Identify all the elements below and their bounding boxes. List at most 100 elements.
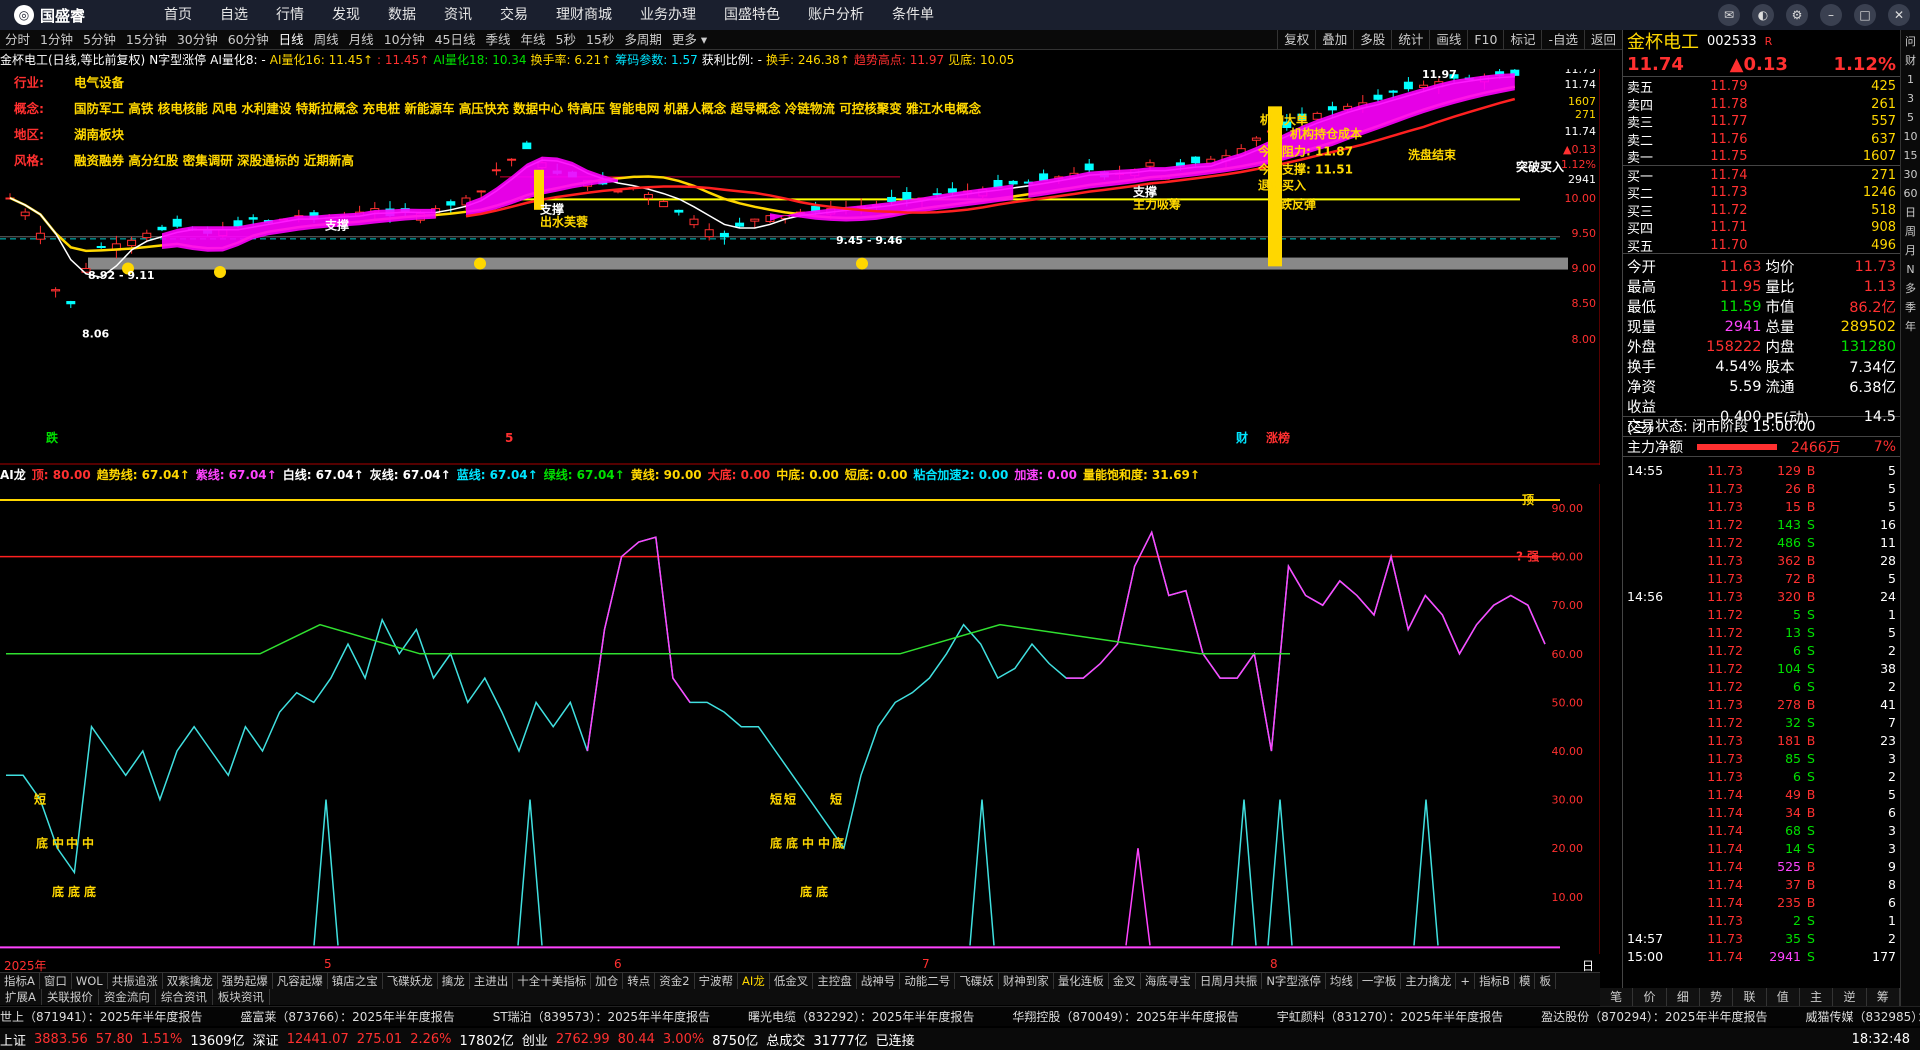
indicator-tab[interactable]: 低金叉 bbox=[770, 973, 814, 989]
news-item[interactable]: 盈达股份（870294）：2025年半年度报告 bbox=[1541, 1007, 1767, 1026]
menu-item[interactable]: 交易 bbox=[486, 0, 542, 30]
menu-item[interactable]: 账户分析 bbox=[794, 0, 878, 30]
sidebar-button[interactable]: 30 bbox=[1902, 167, 1920, 183]
indicator-tab[interactable]: 主力擒龙 bbox=[1401, 973, 1457, 989]
menu-item[interactable]: 条件单 bbox=[878, 0, 948, 30]
quote-tab[interactable]: 笔 bbox=[1600, 988, 1634, 1006]
message-icon[interactable]: ✉ bbox=[1718, 4, 1740, 26]
indicator-tab[interactable]: 十全十美指标 bbox=[513, 973, 592, 989]
bottom-tab[interactable]: 关联报价 bbox=[42, 989, 99, 1005]
sidebar-button[interactable]: N bbox=[1902, 262, 1920, 278]
period-tab[interactable]: 1分钟 bbox=[35, 30, 78, 50]
tool-button[interactable]: 统计 bbox=[1391, 29, 1429, 50]
indicator-tab[interactable]: 主控盘 bbox=[813, 973, 857, 989]
indicator-tab[interactable]: 海底寻宝 bbox=[1141, 973, 1196, 989]
news-item[interactable]: 威猫传媒（832985）：2025年 bbox=[1805, 1007, 1920, 1026]
menu-item[interactable]: 理财商城 bbox=[542, 0, 626, 30]
period-tab[interactable]: 15秒 bbox=[581, 30, 619, 50]
indicator-tab[interactable]: 飞碟妖 bbox=[955, 973, 999, 989]
news-item[interactable]: 曙光电缆（832292）：2025年半年度报告 bbox=[748, 1007, 974, 1026]
tool-button[interactable]: 叠加 bbox=[1315, 29, 1353, 50]
period-tab[interactable]: 5分钟 bbox=[78, 30, 121, 50]
sidebar-button[interactable]: 60 bbox=[1902, 186, 1920, 202]
menu-item[interactable]: 发现 bbox=[318, 0, 374, 30]
bottom-tab[interactable]: 综合资讯 bbox=[156, 989, 213, 1005]
period-tab[interactable]: 60分钟 bbox=[223, 30, 274, 50]
news-ticker[interactable]: 世上（871941）：2025年半年度报告 盛富莱（873766）：2025年半年… bbox=[0, 1006, 1920, 1026]
indicator-tab[interactable]: 转点 bbox=[623, 973, 656, 989]
period-tab[interactable]: 日线 bbox=[274, 30, 309, 50]
quote-tab[interactable]: 势 bbox=[1700, 988, 1734, 1006]
indicator-tab[interactable]: AI龙 bbox=[738, 973, 770, 989]
indicator-tab[interactable]: 擒龙 bbox=[438, 973, 470, 989]
sidebar-button[interactable]: 季 bbox=[1902, 300, 1920, 316]
sidebar-button[interactable]: 3 bbox=[1902, 91, 1920, 107]
indicator-tab[interactable]: 金叉 bbox=[1109, 973, 1141, 989]
bottom-tab[interactable]: 板块资讯 bbox=[213, 989, 270, 1005]
period-tab[interactable]: 周线 bbox=[309, 30, 344, 50]
quote-tab[interactable]: 联 bbox=[1733, 988, 1767, 1006]
sidebar-button[interactable]: 月 bbox=[1902, 243, 1920, 259]
menu-item[interactable]: 国盛特色 bbox=[710, 0, 794, 30]
bid-row[interactable]: 买四 11.71 908 bbox=[1623, 218, 1900, 237]
period-tab[interactable]: 10分钟 bbox=[379, 30, 430, 50]
sidebar-button[interactable]: 1 bbox=[1902, 72, 1920, 88]
indicator-tab[interactable]: 凡容起爆 bbox=[273, 973, 328, 989]
indicator-tab[interactable]: 财神到家 bbox=[999, 973, 1054, 989]
indicator-tab[interactable]: 一字板 bbox=[1358, 973, 1402, 989]
menu-item[interactable]: 自选 bbox=[206, 0, 262, 30]
period-tab[interactable]: 5秒 bbox=[551, 30, 581, 50]
indicator-tab[interactable]: 飞碟妖龙 bbox=[383, 973, 438, 989]
bid-row[interactable]: 买五 11.70 496 bbox=[1623, 236, 1900, 255]
news-item[interactable]: 宇虹颜料（831270）：2025年半年度报告 bbox=[1277, 1007, 1503, 1026]
indicator-tab[interactable]: 指标A bbox=[0, 973, 40, 989]
ask-row[interactable]: 卖四 11.78 261 bbox=[1623, 95, 1900, 114]
quote-tab[interactable]: 筹 bbox=[1867, 988, 1900, 1006]
indicator-tab[interactable]: 窗口 bbox=[40, 973, 72, 989]
indicator-tab[interactable]: 指标B bbox=[1475, 973, 1515, 989]
quote-tab[interactable]: 主 bbox=[1800, 988, 1834, 1006]
sidebar-button[interactable]: 问 bbox=[1902, 34, 1920, 50]
news-item[interactable]: 华翔控股（870049）：2025年半年度报告 bbox=[1012, 1007, 1238, 1026]
menu-item[interactable]: 业务办理 bbox=[626, 0, 710, 30]
quote-tab[interactable]: 逆 bbox=[1833, 988, 1867, 1006]
sidebar-button[interactable]: 多 bbox=[1902, 281, 1920, 297]
ask-row[interactable]: 卖三 11.77 557 bbox=[1623, 112, 1900, 131]
sidebar-button[interactable]: 周 bbox=[1902, 224, 1920, 240]
sidebar-button[interactable]: 15 bbox=[1902, 148, 1920, 164]
indicator-tab[interactable]: 资金2 bbox=[655, 973, 695, 989]
period-tab[interactable]: 分时 bbox=[0, 30, 35, 50]
indicator-tab[interactable]: 镇店之宝 bbox=[328, 973, 383, 989]
menu-item[interactable]: 首页 bbox=[150, 0, 206, 30]
skin-icon[interactable]: ◐ bbox=[1752, 4, 1774, 26]
period-tab[interactable]: 30分钟 bbox=[172, 30, 223, 50]
indicator-tab[interactable]: 主进出 bbox=[470, 973, 514, 989]
tool-button[interactable]: 返回 bbox=[1583, 29, 1622, 50]
brand-logo[interactable]: ◎ 国盛睿 bbox=[0, 5, 150, 26]
bottom-tab[interactable]: 资金流向 bbox=[99, 989, 156, 1005]
ask-row[interactable]: 卖五 11.79 425 bbox=[1623, 77, 1900, 96]
bid-row[interactable]: 买二 11.73 1246 bbox=[1623, 183, 1900, 202]
indicator-tab[interactable]: 共振追涨 bbox=[108, 973, 163, 989]
tick-list[interactable]: 14:55 11.73 129 B 5 11.73 26 B 5 11.73 15 B 5 11.72 14… bbox=[1623, 456, 1900, 965]
tool-button[interactable]: 画线 bbox=[1429, 29, 1467, 50]
menu-item[interactable]: 资讯 bbox=[430, 0, 486, 30]
quote-tab[interactable]: 细 bbox=[1667, 988, 1700, 1006]
indicator-tab[interactable]: 战神号 bbox=[857, 973, 901, 989]
menu-item[interactable]: 数据 bbox=[374, 0, 430, 30]
bid-row[interactable]: 买三 11.72 518 bbox=[1623, 201, 1900, 220]
sidebar-button[interactable]: 年 bbox=[1902, 319, 1920, 335]
indicator-tab[interactable]: + bbox=[1456, 973, 1476, 989]
indicator-tab[interactable]: 板 bbox=[1535, 973, 1556, 989]
close-icon[interactable]: ✕ bbox=[1888, 4, 1910, 26]
ask-row[interactable]: 卖一 11.75 1607 bbox=[1623, 147, 1900, 166]
tool-button[interactable]: 多股 bbox=[1353, 29, 1391, 50]
minimize-icon[interactable]: – bbox=[1820, 4, 1842, 26]
period-tab[interactable]: 多周期 bbox=[619, 30, 667, 50]
period-tab[interactable]: 15分钟 bbox=[121, 30, 172, 50]
settings-icon[interactable]: ⚙ bbox=[1786, 4, 1808, 26]
indicator-tab[interactable]: 动能二号 bbox=[900, 973, 956, 989]
sidebar-button[interactable]: 5 bbox=[1902, 110, 1920, 126]
indicator-tab[interactable]: WOL bbox=[72, 973, 108, 989]
indicator-tab[interactable]: 量化连板 bbox=[1054, 973, 1109, 989]
